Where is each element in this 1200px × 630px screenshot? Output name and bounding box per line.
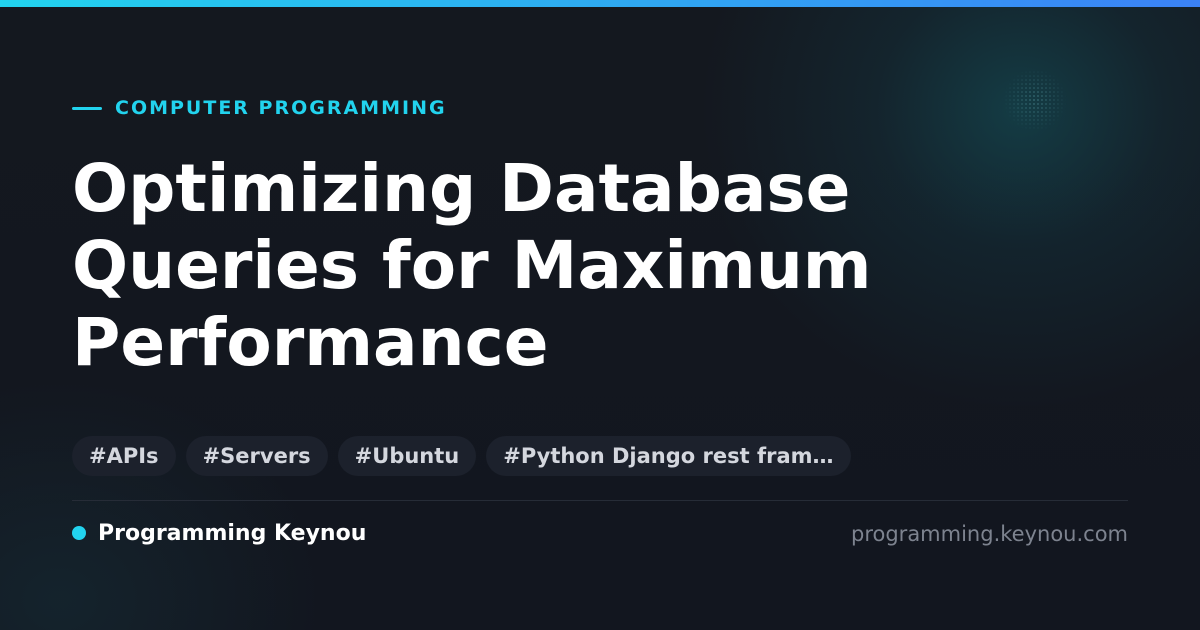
brand-row: Programming Keynou: [72, 519, 366, 547]
tag-servers[interactable]: #Servers: [185, 436, 328, 476]
dot-texture-decoration: [1000, 70, 1070, 130]
og-card: COMPUTER PROGRAMMING Optimizing Database…: [0, 0, 1200, 630]
footer-divider: [72, 500, 1128, 501]
brand-name: Programming Keynou: [98, 520, 367, 546]
category-row: COMPUTER PROGRAMMING: [72, 96, 447, 120]
brand-dot-icon: [72, 526, 86, 540]
tag-apis[interactable]: #APIs: [72, 436, 176, 476]
page-title: Optimizing Database Queries for Maximum …: [72, 150, 872, 381]
tag-list: #APIs #Servers #Ubuntu #Python Django re…: [72, 436, 851, 476]
tag-ubuntu[interactable]: #Ubuntu: [337, 436, 477, 476]
category-label: COMPUTER PROGRAMMING: [115, 97, 447, 119]
category-dash-icon: [72, 106, 102, 110]
site-url[interactable]: programming.keynou.com: [851, 520, 1128, 548]
accent-top-bar: [0, 0, 1200, 7]
tag-python-django[interactable]: #Python Django rest fram…: [486, 436, 851, 476]
